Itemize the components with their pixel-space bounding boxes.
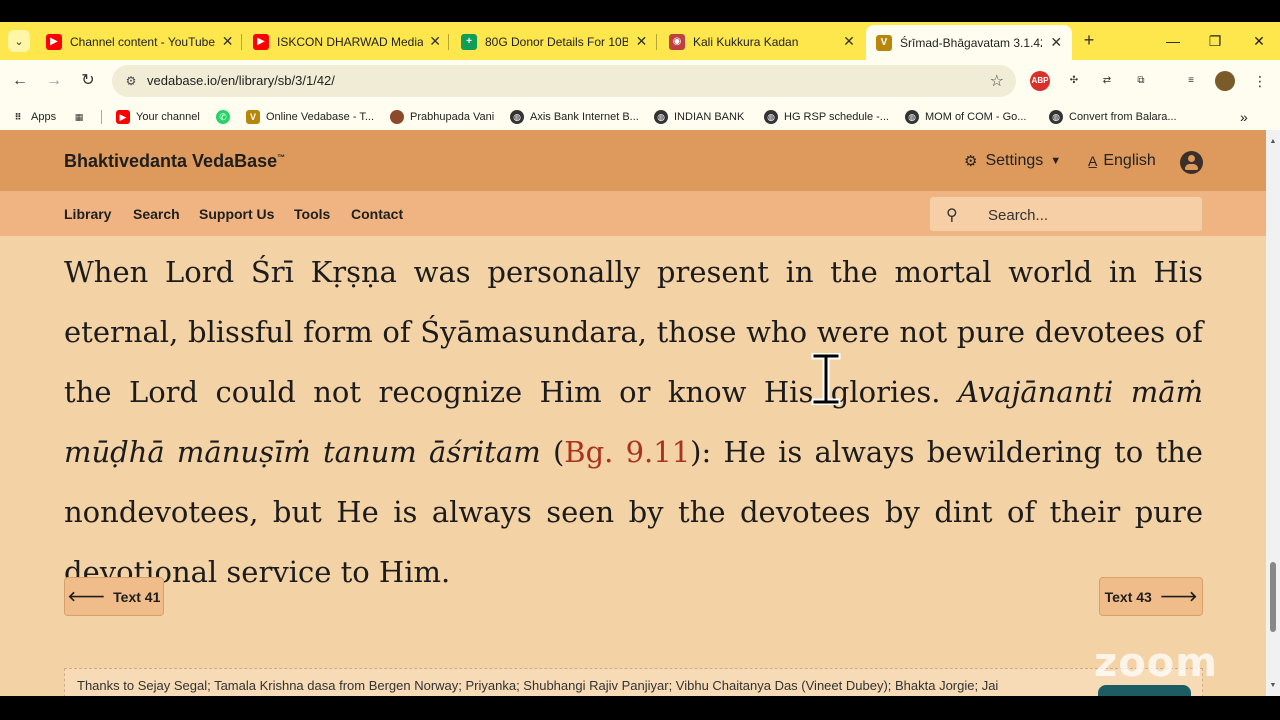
gear-icon: ⚙ (964, 153, 978, 170)
scroll-down-icon[interactable]: ▼ (1269, 682, 1277, 689)
translate-icon[interactable]: ⇄ (1097, 71, 1117, 91)
bookmarks-overflow-button[interactable]: » (1240, 108, 1248, 126)
globe-icon: ◍ (654, 110, 668, 124)
bookmark-grid[interactable]: ▦ (72, 108, 92, 126)
vedabase-icon: V (246, 110, 260, 124)
menu-icon[interactable]: ⋮ (1250, 71, 1270, 91)
extensions-puzzle-icon[interactable]: ⧉ (1131, 71, 1151, 91)
browser-toolbar: ← → ↻ ⚙ vedabase.io/en/library/sb/3/1/42… (0, 60, 1280, 102)
chevron-down-icon: ▼ (1050, 155, 1062, 167)
youtube-icon: ▶ (253, 33, 269, 50)
globe-icon: ◍ (510, 110, 524, 124)
bookmark-indian-bank[interactable]: ◍ INDIAN BANK (654, 108, 744, 126)
apps-grid-icon: ⠿ (14, 112, 22, 122)
address-bar[interactable]: ⚙ vedabase.io/en/library/sb/3/1/42/ ☆ (112, 65, 1016, 97)
close-icon[interactable]: ✕ (221, 33, 234, 50)
sheets-icon: + (461, 33, 477, 50)
media-control-icon[interactable]: ≡ (1181, 71, 1201, 91)
search-input[interactable] (988, 204, 1188, 226)
site-info-icon[interactable]: ⚙ (122, 72, 140, 90)
nav-tools[interactable]: Tools (294, 206, 330, 222)
grid-icon: ▦ (74, 112, 84, 122)
image-icon: ◉ (669, 33, 685, 50)
forward-button[interactable]: → (43, 70, 65, 92)
site-brand[interactable]: Bhaktivedanta VedaBase™ (64, 151, 285, 172)
bg-reference-link[interactable]: Bg. 9.11 (564, 435, 690, 469)
web-page: Bhaktivedanta VedaBase™ ⚙ Settings ▼ A̲ … (0, 130, 1266, 696)
arrow-left-icon: 🡐 (67, 588, 106, 604)
tab-kali-kukkura[interactable]: ◉ Kali Kukkura Kadan ✕ (659, 27, 865, 56)
scroll-up-icon[interactable]: ▲ (1269, 138, 1277, 145)
tab-youtube-studio[interactable]: ▶ Channel content - YouTube Studio ✕ (36, 27, 242, 56)
account-icon[interactable] (1180, 151, 1203, 174)
arrow-right-icon: 🡒 (1159, 588, 1198, 604)
adblock-icon[interactable]: ABP (1030, 71, 1050, 91)
minimize-button[interactable]: — (1158, 30, 1188, 52)
tab-80g-donor[interactable]: + 80G Donor Details For 10BD ✕ (451, 27, 657, 56)
close-icon[interactable]: ✕ (429, 33, 441, 50)
nav-search[interactable]: Search (133, 206, 180, 222)
bookmark-hg-rsp[interactable]: ◍ HG RSP schedule -... (764, 108, 889, 126)
globe-icon: ◍ (764, 110, 778, 124)
url-text: vedabase.io/en/library/sb/3/1/42/ (147, 73, 335, 88)
whatsapp-icon: ✆ (216, 110, 230, 124)
bookmark-axis-bank[interactable]: ◍ Axis Bank Internet B... (510, 108, 639, 126)
prev-text-button[interactable]: 🡐 Text 41 (64, 577, 164, 616)
globe-icon: ◍ (1049, 110, 1063, 124)
new-tab-button[interactable]: + (1078, 30, 1100, 52)
bookmark-prabhupada-vani[interactable]: Prabhupada Vani (390, 108, 494, 126)
bookmark-whatsapp[interactable]: ✆ (216, 108, 236, 126)
next-text-button[interactable]: Text 43 🡒 (1099, 577, 1203, 616)
bookmark-convert-balara[interactable]: ◍ Convert from Balara... (1049, 108, 1177, 126)
bookmarks-bar: ⠿ Apps ▦ ▶ Your channel ✆ V Online Vedab… (0, 102, 1280, 130)
bookmark-online-vedabase[interactable]: V Online Vedabase - T... (246, 108, 374, 126)
bookmark-apps[interactable]: ⠿ Apps (11, 108, 56, 126)
bottom-black-bar (0, 696, 1280, 720)
language-menu[interactable]: A̲ English (1088, 152, 1156, 170)
tab-srimad-bhagavatam[interactable]: V Śrīmad-Bhāgavatam 3.1.42 ✕ (866, 25, 1072, 60)
globe-icon: ◍ (905, 110, 919, 124)
site-search[interactable]: ⚲ (929, 196, 1203, 232)
scroll-thumb[interactable] (1270, 562, 1276, 632)
bookmark-star-icon[interactable]: ☆ (990, 71, 1004, 91)
purport-text: When Lord Śrī Kṛṣṇa was personally prese… (64, 255, 1203, 589)
close-icon[interactable]: ✕ (841, 33, 857, 50)
screen: ⌄ ▶ Channel content - YouTube Studio ✕ ▶… (0, 0, 1280, 720)
browser-chrome: ⌄ ▶ Channel content - YouTube Studio ✕ ▶… (0, 22, 1280, 130)
extension-icon[interactable]: ✣ (1064, 71, 1084, 91)
page-scrollbar[interactable]: ▲ ▼ (1266, 130, 1280, 696)
top-black-bar (0, 0, 1280, 22)
prabhupada-icon (390, 110, 404, 124)
nav-contact[interactable]: Contact (351, 206, 403, 222)
site-nav: Library Search Support Us Tools Contact … (0, 191, 1266, 236)
back-button[interactable]: ← (9, 70, 31, 92)
tab-search-chevron-icon[interactable]: ⌄ (8, 30, 30, 52)
nav-support-us[interactable]: Support Us (199, 206, 274, 222)
profile-avatar[interactable] (1215, 71, 1235, 91)
bookmark-your-channel[interactable]: ▶ Your channel (116, 108, 200, 126)
close-icon[interactable]: ✕ (634, 33, 649, 50)
settings-menu[interactable]: ⚙ Settings ▼ (964, 152, 1061, 170)
bookmarks-divider (101, 110, 102, 124)
translate-icon: A̲ (1088, 153, 1098, 169)
tab-iskcon-media[interactable]: ▶ ISKCON DHARWAD Media - YouTube ✕ (243, 27, 449, 56)
youtube-icon: ▶ (116, 110, 130, 124)
close-window-button[interactable]: ✕ (1244, 30, 1274, 52)
tab-strip: ⌄ ▶ Channel content - YouTube Studio ✕ ▶… (0, 22, 1280, 60)
zoom-watermark: zoom (1094, 640, 1218, 686)
thanks-box: Thanks to Sejay Segal; Tamala Krishna da… (64, 668, 1203, 696)
close-icon[interactable]: ✕ (1048, 34, 1064, 51)
bookmark-mom-of-com[interactable]: ◍ MOM of COM - Go... (905, 108, 1026, 126)
maximize-button[interactable]: ❐ (1200, 30, 1230, 52)
site-header: Bhaktivedanta VedaBase™ ⚙ Settings ▼ A̲ … (0, 130, 1266, 191)
text-cursor-icon (811, 353, 841, 405)
donate-button[interactable] (1098, 685, 1191, 696)
nav-library[interactable]: Library (64, 206, 111, 222)
vedabase-icon: V (876, 34, 892, 51)
search-icon: ⚲ (946, 207, 958, 224)
reload-button[interactable]: ↻ (77, 70, 99, 92)
youtube-icon: ▶ (46, 33, 62, 50)
